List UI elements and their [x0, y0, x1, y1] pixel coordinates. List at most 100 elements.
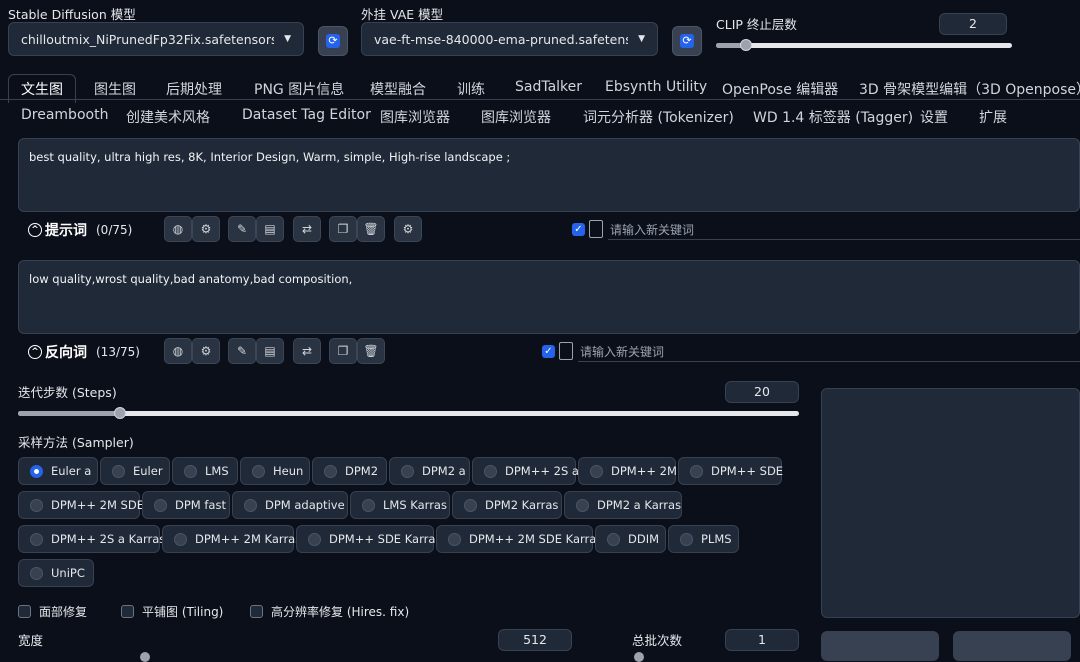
- sampler-option[interactable]: Heun: [240, 457, 310, 485]
- sampler-option[interactable]: UniPC: [18, 559, 94, 587]
- keyword-checkbox[interactable]: ✓: [542, 345, 555, 358]
- translate-icon[interactable]: ⇄: [293, 338, 321, 364]
- prompt-textarea[interactable]: best quality, ultra high res, 8K, Interi…: [18, 138, 1080, 212]
- tab-png-info[interactable]: PNG 图片信息: [254, 79, 344, 99]
- copy-icon[interactable]: ❐: [329, 216, 357, 242]
- sampler-option[interactable]: DPM++ 2M SDE Karras: [436, 525, 602, 553]
- bookmark-icon[interactable]: ▤: [256, 216, 284, 242]
- chevron-up-icon[interactable]: ^: [28, 223, 42, 237]
- keyword-checkbox[interactable]: ✓: [572, 223, 585, 236]
- tab-checkpoint-merger[interactable]: 模型融合: [370, 79, 426, 99]
- sampler-option[interactable]: LMS Karras: [350, 491, 450, 519]
- sampler-option[interactable]: PLMS: [668, 525, 739, 553]
- steps-slider-thumb[interactable]: [113, 406, 126, 419]
- sampler-option[interactable]: DPM2 a: [389, 457, 470, 485]
- clip-skip-input[interactable]: 2: [939, 13, 1007, 35]
- clip-skip-slider-thumb[interactable]: [739, 38, 752, 51]
- sd-model-dropdown[interactable]: chilloutmix_NiPrunedFp32Fix.safetensors …: [8, 22, 304, 56]
- steps-input[interactable]: 20: [725, 381, 799, 403]
- clip-skip-slider[interactable]: [716, 38, 1012, 51]
- translate-icon[interactable]: ⇄: [293, 216, 321, 242]
- tab-wd14-tagger[interactable]: WD 1.4 标签器 (Tagger): [753, 107, 913, 127]
- sampler-option[interactable]: Euler: [100, 457, 170, 485]
- sampler-option[interactable]: DPM2 a Karras: [564, 491, 682, 519]
- negative-toolbar-title: ^ 反向词 (13/75): [28, 341, 140, 363]
- negative-prompt-textarea[interactable]: low quality,wrost quality,bad anatomy,ba…: [18, 260, 1080, 334]
- refresh-sd-model-button[interactable]: ⟳: [318, 26, 348, 56]
- refresh-vae-model-button[interactable]: ⟳: [672, 26, 702, 56]
- vae-model-dropdown[interactable]: vae-ft-mse-840000-ema-pruned.safetensors…: [361, 22, 658, 56]
- sampler-option[interactable]: DPM2: [312, 457, 387, 485]
- tab-dataset-tag-editor[interactable]: Dataset Tag Editor: [242, 107, 371, 123]
- tab-img2img[interactable]: 图生图: [94, 79, 136, 99]
- sd-model-value: chilloutmix_NiPrunedFp32Fix.safetensors …: [21, 31, 275, 47]
- tab-image-browser-2[interactable]: 图库浏览器: [481, 107, 551, 127]
- radio-dot: [174, 532, 187, 546]
- keyword-input-underline: [578, 361, 1080, 362]
- sampler-option[interactable]: LMS: [172, 457, 238, 485]
- width-input[interactable]: 512: [498, 629, 572, 651]
- bookmark-icon[interactable]: ▤: [256, 338, 284, 364]
- trash-icon[interactable]: 🗑: [357, 216, 385, 242]
- batch-slider-thumb[interactable]: [634, 652, 644, 662]
- globe-icon[interactable]: ◍: [164, 338, 192, 364]
- radio-dot: [30, 532, 43, 546]
- batch-count-label: 总批次数: [632, 633, 683, 648]
- tab-create-art-style[interactable]: 创建美术风格: [126, 107, 210, 127]
- radio-dot: [590, 464, 603, 478]
- radio-dot: [244, 498, 257, 512]
- sampler-option[interactable]: DPM++ SDE: [678, 457, 783, 485]
- tab-ebsynth-utility[interactable]: Ebsynth Utility: [605, 79, 707, 95]
- prompt-keyword-input[interactable]: 请输入新关键词: [610, 221, 694, 238]
- width-slider-thumb[interactable]: [140, 652, 150, 662]
- sampler-option[interactable]: DPM2 Karras: [452, 491, 562, 519]
- trash-icon[interactable]: 🗑: [357, 338, 385, 364]
- tab-settings[interactable]: 设置: [920, 107, 948, 127]
- steps-label: 迭代步数 (Steps): [18, 385, 117, 400]
- sampler-option[interactable]: DPM fast: [142, 491, 230, 519]
- tab-3d-openpose[interactable]: 3D 骨架模型编辑（3D Openpose）: [859, 79, 1080, 99]
- sampler-option[interactable]: DDIM: [595, 525, 666, 553]
- chevron-up-icon[interactable]: ^: [28, 345, 42, 359]
- sampler-option[interactable]: Euler a: [18, 457, 98, 485]
- hires-fix-checkbox[interactable]: 高分辨率修复 (Hires. fix): [250, 603, 409, 620]
- tab-openpose-editor[interactable]: OpenPose 编辑器: [722, 79, 838, 99]
- copy-icon[interactable]: ❐: [329, 338, 357, 364]
- prompt-token-count: (0/75): [96, 223, 133, 237]
- edit-document-icon[interactable]: ✎: [228, 216, 256, 242]
- tab-extensions[interactable]: 扩展: [979, 107, 1007, 127]
- sampler-option[interactable]: DPM++ 2M: [578, 457, 677, 485]
- output-action-button-2[interactable]: [953, 631, 1071, 661]
- sampler-option[interactable]: DPM++ 2S a Karras: [18, 525, 165, 553]
- tab-divider: [0, 99, 1080, 100]
- tab-tokenizer[interactable]: 词元分析器 (Tokenizer): [583, 107, 734, 127]
- radio-dot: [30, 566, 43, 580]
- sd-model-label: Stable Diffusion 模型: [8, 7, 136, 22]
- output-action-button-1[interactable]: [821, 631, 939, 661]
- keyword-toggle-icon[interactable]: [589, 220, 603, 238]
- sampler-option[interactable]: DPM++ 2M Karras: [162, 525, 301, 553]
- globe-icon[interactable]: ◍: [164, 216, 192, 242]
- face-restore-checkbox[interactable]: 面部修复: [18, 603, 87, 620]
- prompt-title: 提示词: [45, 223, 87, 239]
- sampler-option[interactable]: DPM++ 2S a: [472, 457, 579, 485]
- sampler-option[interactable]: DPM adaptive: [232, 491, 348, 519]
- tab-dreambooth[interactable]: Dreambooth: [21, 107, 108, 123]
- sampler-option[interactable]: DPM++ 2M SDE: [18, 491, 144, 519]
- steps-slider[interactable]: [18, 406, 799, 419]
- tiling-checkbox[interactable]: 平铺图 (Tiling): [121, 603, 223, 620]
- tab-extras[interactable]: 后期处理: [166, 79, 222, 99]
- batch-count-input[interactable]: 1: [725, 629, 799, 651]
- edit-document-icon[interactable]: ✎: [228, 338, 256, 364]
- tab-sadtalker[interactable]: SadTalker: [515, 79, 582, 95]
- chevron-down-icon: ▼: [638, 34, 645, 44]
- negative-keyword-input[interactable]: 请输入新关键词: [580, 343, 664, 360]
- prompt-toolbar-title: ^ 提示词 (0/75): [28, 219, 132, 241]
- settings-icon[interactable]: ⚙: [394, 216, 422, 242]
- sampler-option[interactable]: DPM++ SDE Karras: [296, 525, 441, 553]
- tab-image-browser-1[interactable]: 图库浏览器: [380, 107, 450, 127]
- keyword-toggle-icon[interactable]: [559, 342, 573, 360]
- tab-train[interactable]: 训练: [457, 79, 485, 99]
- gear-icon[interactable]: ⚙: [192, 216, 220, 242]
- gear-icon[interactable]: ⚙: [192, 338, 220, 364]
